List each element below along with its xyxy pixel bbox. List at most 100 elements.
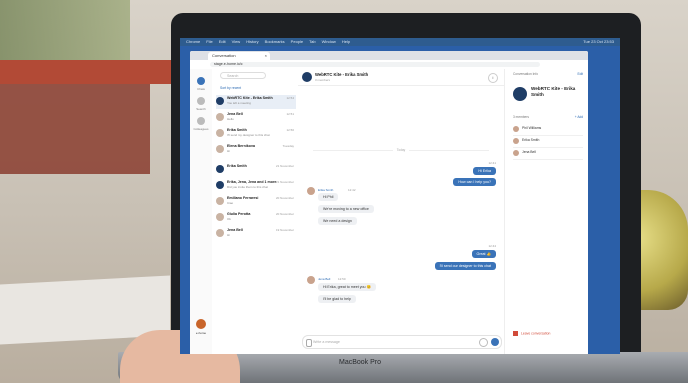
avatar [307,187,315,195]
conversation-preview: Did you invite them to this chat [227,185,268,189]
menu-item[interactable]: History [246,38,258,46]
conversation-preview: Hello [227,117,234,121]
background-plant [0,0,130,60]
chat-icon[interactable] [197,77,205,85]
menu-item[interactable]: View [232,38,241,46]
message-bubble: We need a design [318,217,357,225]
avatar [216,197,224,205]
avatar [216,145,224,153]
menu-item[interactable]: Chrome [186,38,200,46]
conversation-item[interactable]: Jena Bell Hello 12:51 [216,111,296,125]
menu-item[interactable]: Edit [219,38,226,46]
group-name: WebRTC Kite - Erika Smith [531,86,576,97]
menu-item[interactable]: Tab [309,38,315,46]
conversation-preview: You left a meeting [227,101,251,105]
menu-item[interactable]: Bookmarks [265,38,285,46]
avatar [216,229,224,237]
message-time: 12:44 [488,244,496,248]
tab-title: Conversation [212,53,236,58]
conversation-item[interactable]: Emiliano Ferraresi Ciao 20 November [216,195,296,209]
conversation-time: 20 November [275,196,294,200]
brand-name: e-home [195,331,207,335]
leave-conversation-button[interactable]: Leave conversation [513,331,550,336]
message-bubble: Great 👍 [471,250,496,258]
message-composer[interactable]: Write a message [302,335,502,349]
conversation-preview: Hi [227,149,230,153]
attach-icon[interactable] [306,339,312,347]
conversation-name: Giulia Perotta [227,212,251,216]
conversation-item[interactable]: Erika Smith 21 November [216,163,296,177]
conversation-item[interactable]: Erika, Jena, Jena and 1 more Did you inv… [216,179,296,193]
message-time: 12:41 [488,161,496,165]
conversation-name: Jena Bell [227,112,243,116]
conversation-preview: I'll send my designer to this chat [227,133,270,137]
rail-label-search: Search [196,107,206,111]
menu-item[interactable]: Help [342,38,350,46]
conversation-item[interactable]: Jena Bell Hi 19 November [216,227,296,241]
members-count: 3 members [513,115,529,119]
conversation-item[interactable]: Giulia Perotta Ok 20 November [216,211,296,225]
message-input[interactable]: Write a message [313,336,340,348]
laptop-screen: Chrome File Edit View History Bookmarks … [180,38,620,354]
member-item[interactable]: Phil Williams [513,125,583,136]
group-avatar [302,72,312,82]
conversation-item[interactable]: Erika Smith I'll send my designer to thi… [216,127,296,141]
avatar [216,97,224,105]
message-time: 12:42 [348,188,356,192]
conversation-name: Erika Smith [227,128,247,132]
laptop-brand-label: MacBook Pro [338,359,382,366]
conversation-time: 12:50 [286,128,294,132]
conversation-item[interactable]: WebRTC Kite - Erika Smith You left a mee… [216,95,296,109]
member-item[interactable]: Erika Smith [513,137,583,148]
conversation-item[interactable]: Elena Bernikova Hi Tuesday [216,143,296,157]
conversation-time: 20 November [275,212,294,216]
member-item[interactable]: Jena Bell [513,149,583,160]
send-button[interactable] [491,338,499,346]
day-separator: Today [298,148,504,152]
chat-pane: WebRTC Kite - Erika Smith 3 members i To… [298,69,504,354]
panel-header: Conversation Info [513,72,538,76]
browser-window: Conversation × stage.e-home.io/c Chats S… [190,51,588,354]
avatar [216,129,224,137]
message-bubble: Hi Phil [318,193,339,201]
avatar [216,165,224,173]
conversation-time: 12:51 [286,112,294,116]
info-icon[interactable]: i [488,73,498,83]
rail-label-colleagues: Colleagues [193,127,209,131]
conversation-list: Search Sort by recent WebRTC Kite - Erik… [212,69,299,354]
message-bubble: We're moving to a new office [318,205,374,213]
browser-tab[interactable]: Conversation × [208,52,270,60]
chat-title: WebRTC Kite - Erika Smith [315,72,369,77]
conversation-time: 19 November [275,228,294,232]
sort-dropdown[interactable]: Sort by recent [220,86,241,90]
chat-subtitle: 3 members [315,78,331,82]
close-icon[interactable]: × [265,52,267,60]
message-time: 12:50 [338,277,346,281]
member-name: Erika Smith [522,138,540,142]
photo-scene: MacBook Pro Chrome File Edit View Histor… [0,0,688,383]
add-member-button[interactable]: + Add [575,115,583,119]
url-input[interactable]: stage.e-home.io/c [210,62,540,67]
avatar [513,150,519,156]
red-shelf [0,60,180,84]
avatar [216,113,224,121]
search-input[interactable]: Search [220,72,266,79]
menu-item[interactable]: Window [322,38,336,46]
search-icon[interactable] [197,97,205,105]
red-cabinet [0,84,150,174]
colleagues-icon[interactable] [197,117,205,125]
edit-button[interactable]: Edit [578,72,584,76]
os-menubar: Chrome File Edit View History Bookmarks … [180,38,620,46]
member-name: Phil Williams [522,126,542,130]
clock-status: Tue 23 Oct 23:53 [583,39,614,44]
conversation-preview: Ok [227,217,231,221]
browser-tab-strip: Conversation × [190,51,588,60]
conversation-time: Tuesday [282,144,294,148]
avatar [216,213,224,221]
menu-item[interactable]: People [291,38,303,46]
avatar [307,276,315,284]
member-name: Jena Bell [522,150,536,154]
menu-item[interactable]: File [206,38,212,46]
emoji-icon[interactable] [479,338,488,347]
conversation-time: 21 November [275,164,294,168]
